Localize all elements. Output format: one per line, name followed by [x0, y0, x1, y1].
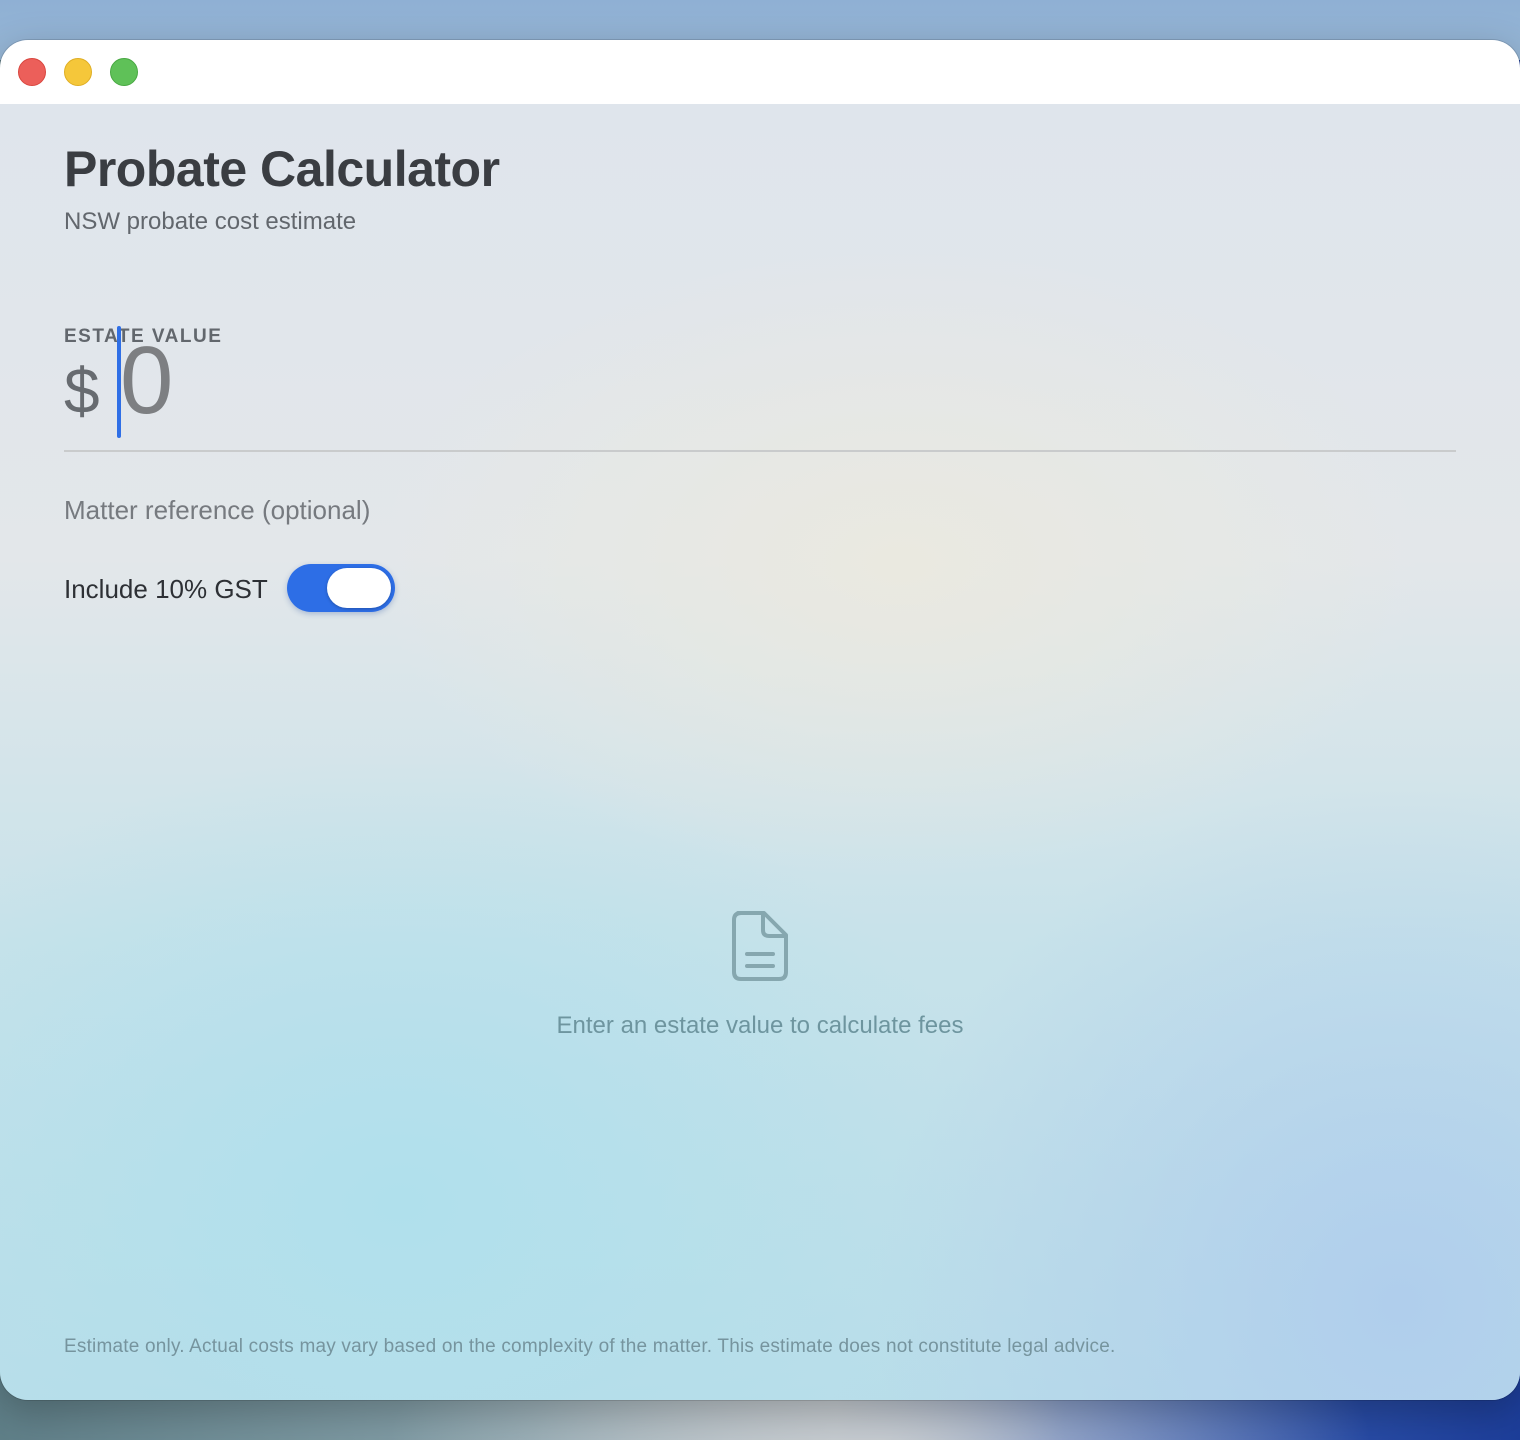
app-window: Probate Calculator NSW probate cost esti… [0, 40, 1520, 1400]
maximize-window-button[interactable] [110, 58, 138, 86]
page-subtitle: NSW probate cost estimate [64, 208, 357, 235]
gst-toggle-knob [327, 568, 391, 608]
empty-state-message: Enter an estate value to calculate fees [556, 1012, 964, 1039]
main-content: Probate Calculator NSW probate cost esti… [0, 104, 1520, 1400]
currency-symbol: $ [64, 355, 100, 427]
close-window-button[interactable] [18, 58, 46, 86]
input-divider [64, 450, 1456, 452]
document-icon [732, 911, 788, 981]
minimize-window-button[interactable] [64, 58, 92, 86]
title-bar [0, 40, 1520, 104]
disclaimer-text: Estimate only. Actual costs may vary bas… [64, 1336, 1116, 1357]
text-caret [117, 326, 121, 438]
gst-toggle-label: Include 10% GST [64, 574, 268, 604]
matter-reference-input[interactable] [64, 490, 764, 530]
estate-value-input[interactable] [120, 326, 1440, 436]
gst-toggle[interactable] [287, 564, 395, 612]
page-title: Probate Calculator [64, 141, 500, 197]
